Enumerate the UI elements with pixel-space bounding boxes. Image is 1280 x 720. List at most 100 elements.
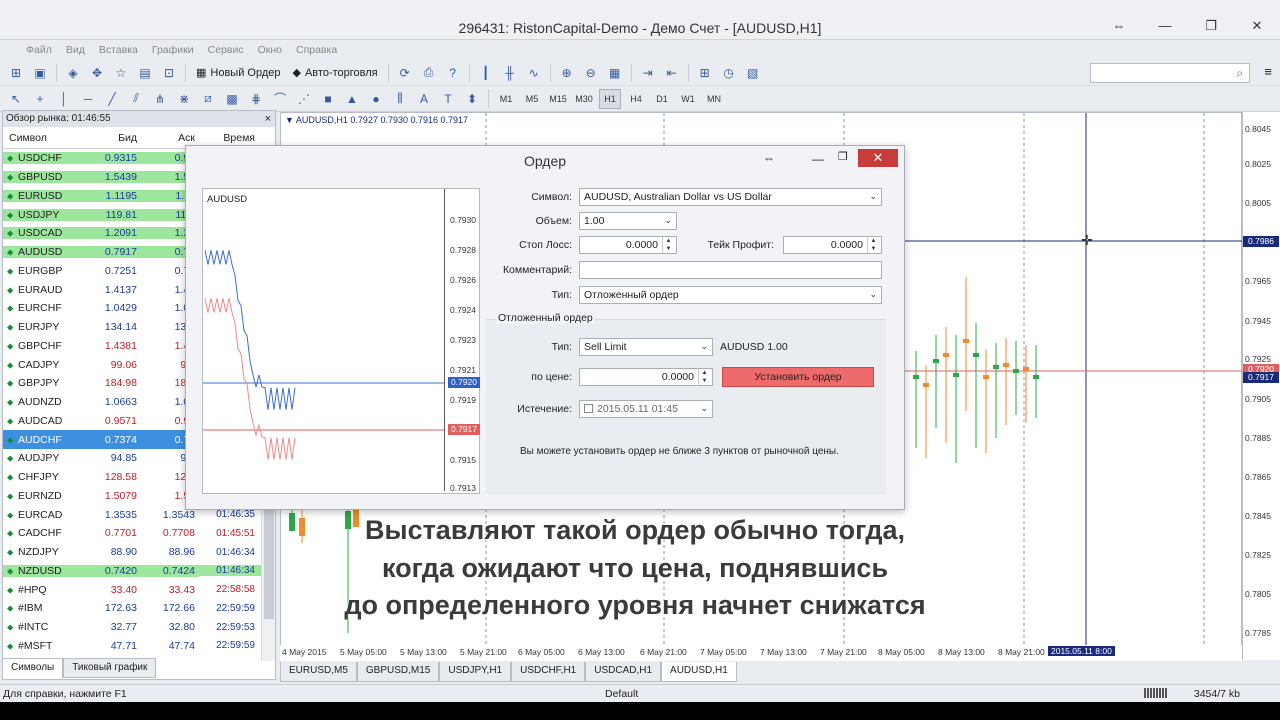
triangle-icon[interactable]: ▲ — [342, 89, 362, 109]
zoom-out-icon[interactable]: ⊖ — [581, 63, 601, 83]
pitchfork-icon[interactable]: ⋔ — [150, 89, 170, 109]
tile-icon[interactable]: ▦ — [605, 63, 625, 83]
navigator-icon[interactable]: ✥ — [87, 63, 107, 83]
gann-icon[interactable]: ⋇ — [174, 89, 194, 109]
autoscroll-icon[interactable]: ⇥ — [638, 63, 658, 83]
table-row[interactable]: ⬥ #HPQ 33.40 33.43 22:58:58 — [3, 580, 261, 599]
rectangle-icon[interactable]: ■ — [318, 89, 338, 109]
stepper-icon[interactable]: ▲ ▼ — [698, 369, 710, 385]
stepper-icon[interactable]: ▲ ▼ — [662, 237, 674, 253]
chart-tab[interactable]: GBPUSD,M15 — [356, 662, 440, 682]
menu-view[interactable]: Вид — [66, 44, 85, 56]
menu-charts[interactable]: Графики — [152, 44, 194, 56]
checkbox-icon[interactable] — [584, 404, 593, 413]
chart-tab[interactable]: USDCAD,H1 — [585, 662, 662, 682]
regression-icon[interactable]: ⫼ — [390, 89, 410, 109]
tf-m5[interactable]: M5 — [521, 89, 543, 109]
tab-tick-chart[interactable]: Тиковый график — [63, 658, 157, 678]
candle-chart-icon[interactable]: ╫ — [500, 63, 520, 83]
label-icon[interactable]: T — [438, 89, 458, 109]
col-time[interactable]: Время — [199, 132, 261, 144]
menu-help[interactable]: Справка — [296, 44, 337, 56]
tf-d1[interactable]: D1 — [651, 89, 673, 109]
col-symbol[interactable]: Символ — [3, 132, 87, 144]
move-icon[interactable]: ⇔ — [763, 151, 775, 165]
vertical-line-icon[interactable]: │ — [54, 89, 74, 109]
menu-file[interactable]: Файл — [26, 44, 52, 56]
tf-m1[interactable]: M1 — [495, 89, 517, 109]
menu-tools[interactable]: Сервис — [208, 44, 244, 56]
chart-shift-icon[interactable]: ⇤ — [662, 63, 682, 83]
symbol-select[interactable]: AUDUSD, Australian Dollar vs US Dollar ⌄ — [579, 188, 882, 206]
tf-w1[interactable]: W1 — [677, 89, 699, 109]
market-watch-icon[interactable]: ◈ — [63, 63, 83, 83]
text-icon[interactable]: A — [414, 89, 434, 109]
menu-insert[interactable]: Вставка — [99, 44, 138, 56]
horizontal-line-icon[interactable]: ─ — [78, 89, 98, 109]
dialog-close-button[interactable]: ✕ — [858, 149, 898, 167]
indicators-icon[interactable]: ⊞ — [695, 63, 715, 83]
restore-icon[interactable]: ⇔ — [1096, 14, 1142, 38]
tf-h4[interactable]: H4 — [625, 89, 647, 109]
dialog-maximize-button[interactable]: ❐ — [838, 150, 848, 163]
new-chart-icon[interactable]: ⊞ — [6, 63, 26, 83]
tf-m15[interactable]: M15 — [547, 89, 569, 109]
comment-input[interactable] — [579, 261, 882, 279]
col-bid[interactable]: Бид — [87, 132, 141, 144]
chart-tab[interactable]: USDCHF,H1 — [511, 662, 586, 682]
table-row[interactable]: ⬥ #INTC 32.77 32.80 22:59:53 — [3, 618, 261, 637]
fan-icon[interactable]: ⋰ — [294, 89, 314, 109]
tf-h1[interactable]: H1 — [599, 88, 621, 109]
chart-tab[interactable]: AUDUSD,H1 — [661, 662, 737, 682]
table-row[interactable]: ⬥ NZDJPY 88.90 88.96 01:46:34 — [3, 543, 261, 562]
profiles-icon[interactable]: ▣ — [30, 63, 50, 83]
table-row[interactable]: ⬥ #IBM 172.63 172.66 22:59:59 — [3, 599, 261, 618]
close-icon[interactable]: × — [265, 111, 271, 127]
bar-chart-icon[interactable]: ┃ — [476, 63, 496, 83]
menu-window[interactable]: Окно — [258, 44, 282, 56]
tf-m30[interactable]: M30 — [573, 89, 595, 109]
table-row[interactable]: ⬥ #MSFT 47.71 47.74 22:59:59 — [3, 637, 261, 656]
arrows-icon[interactable]: ⬍ — [462, 89, 482, 109]
trendline-icon[interactable]: ╱ — [102, 89, 122, 109]
zoom-in-icon[interactable]: ⊕ — [557, 63, 577, 83]
chart-tab[interactable]: EURUSD,M5 — [280, 662, 357, 682]
ellipse-icon[interactable]: ● — [366, 89, 386, 109]
channel-icon[interactable]: ⫽ — [126, 89, 146, 109]
stepper-icon[interactable]: ▲ ▼ — [867, 237, 879, 253]
place-order-button[interactable]: Установить ордер — [722, 367, 874, 387]
favorites-icon[interactable]: ☆ — [111, 63, 131, 83]
volume-select[interactable]: 1.00 ⌄ — [579, 212, 677, 230]
search-input[interactable]: ⌕ — [1090, 63, 1250, 83]
table-row[interactable]: ⬥ NZDUSD 0.7420 0.7424 01:46:34 — [3, 562, 261, 581]
order-type-select[interactable]: Отложенный ордер ⌄ — [579, 286, 882, 304]
pending-type-select[interactable]: Sell Limit ⌄ — [579, 338, 713, 356]
tf-mn[interactable]: MN — [703, 89, 725, 109]
crosshair-icon[interactable]: + — [30, 89, 50, 109]
help-icon[interactable]: ? — [443, 63, 463, 83]
cursor-icon[interactable]: ↖ — [6, 89, 26, 109]
tester-icon[interactable]: ⊡ — [159, 63, 179, 83]
line-chart-icon[interactable]: ∿ — [524, 63, 544, 83]
take-profit-input[interactable]: 0.0000 ▲ ▼ — [783, 236, 882, 254]
chart-tab[interactable]: USDJPY,H1 — [439, 662, 512, 682]
new-order-button[interactable]: ▦ Новый Ордер — [192, 63, 285, 83]
dialog-minimize-button[interactable]: — — [812, 152, 824, 166]
refresh-icon[interactable]: ⟳ — [395, 63, 415, 83]
grid-icon[interactable]: ▩ — [222, 89, 242, 109]
templates-icon[interactable]: ▧ — [743, 63, 763, 83]
cycle-icon[interactable]: ⋕ — [246, 89, 266, 109]
tab-symbols[interactable]: Символы — [2, 658, 64, 678]
maximize-button[interactable]: ❐ — [1188, 14, 1234, 38]
table-row[interactable]: ⬥ CADCHF 0.7701 0.7708 01:45:51 — [3, 524, 261, 543]
autotrade-button[interactable]: ◆ Авто-торговля — [289, 63, 382, 83]
terminal-icon[interactable]: ▤ — [135, 63, 155, 83]
fibo-icon[interactable]: ⧄ — [198, 89, 218, 109]
arc-icon[interactable]: ⌒ — [270, 89, 290, 109]
stop-loss-input[interactable]: 0.0000 ▲ ▼ — [579, 236, 677, 254]
periods-icon[interactable]: ◷ — [719, 63, 739, 83]
minimize-button[interactable]: — — [1142, 14, 1188, 38]
price-input[interactable]: 0.0000 ▲ ▼ — [579, 368, 713, 386]
col-ask[interactable]: Аск — [141, 132, 199, 144]
close-button[interactable]: ✕ — [1234, 14, 1280, 38]
